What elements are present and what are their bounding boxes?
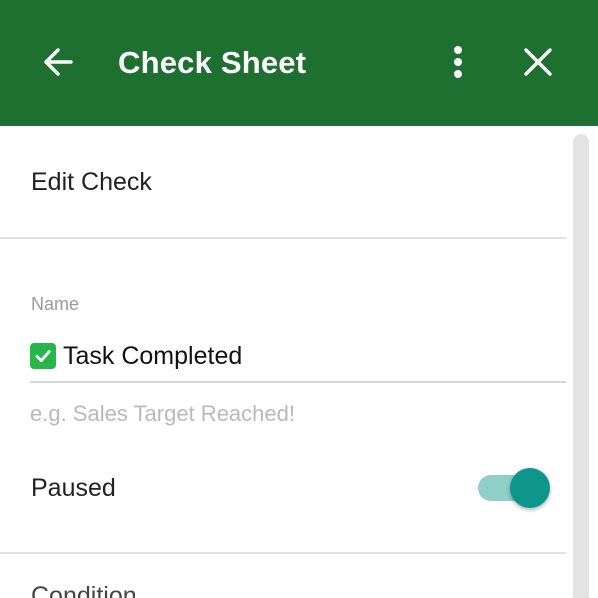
paused-label: Paused bbox=[31, 474, 116, 502]
condition-section-title: Condition bbox=[31, 582, 137, 598]
section-title: Edit Check bbox=[31, 168, 152, 196]
paused-divider bbox=[0, 552, 566, 554]
name-input-underline bbox=[30, 381, 566, 383]
name-field-hint: e.g. Sales Target Reached! bbox=[30, 401, 295, 426]
name-field-label: Name bbox=[31, 294, 80, 314]
close-button[interactable] bbox=[516, 40, 560, 84]
close-icon bbox=[524, 48, 552, 76]
more-vertical-icon bbox=[454, 46, 462, 78]
toggle-knob bbox=[510, 468, 550, 508]
edit-check-form: Edit Check Name Task Completed e.g. Sale… bbox=[0, 126, 598, 598]
section-divider bbox=[0, 237, 566, 239]
back-button[interactable] bbox=[38, 40, 78, 84]
check-sheet-screen: Check Sheet Edit Check Name Task Complet… bbox=[0, 0, 598, 598]
more-options-button[interactable] bbox=[438, 40, 478, 84]
scrollbar[interactable] bbox=[573, 134, 589, 598]
app-bar: Check Sheet bbox=[0, 0, 598, 126]
paused-toggle[interactable] bbox=[474, 468, 552, 508]
arrow-left-icon bbox=[44, 48, 73, 76]
page-title: Check Sheet bbox=[118, 45, 307, 80]
name-input[interactable]: Task Completed bbox=[63, 340, 242, 372]
green-checkmark-icon bbox=[30, 343, 56, 369]
